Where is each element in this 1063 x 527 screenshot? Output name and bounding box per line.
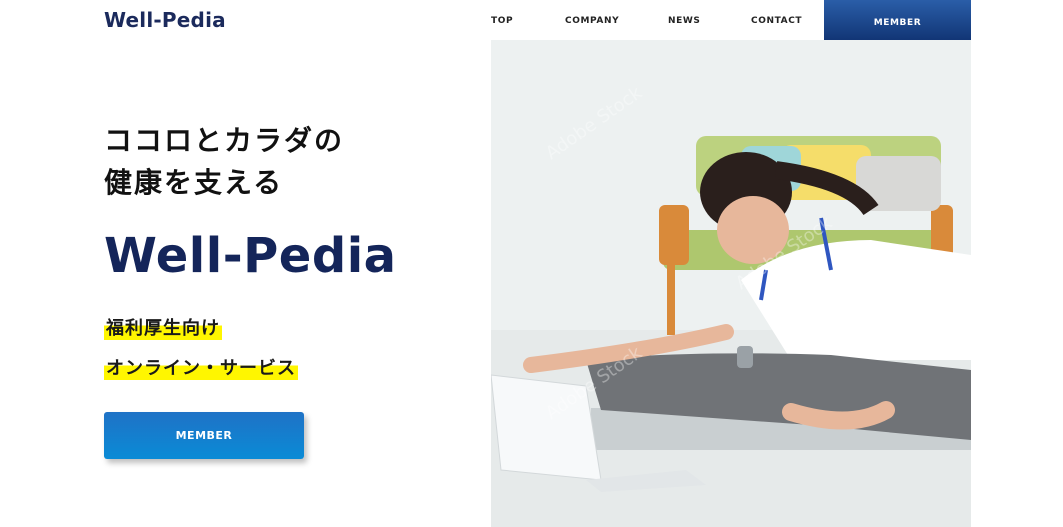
brand-title: Well-Pedia xyxy=(104,228,397,284)
hero-headline: ココロとカラダの 健康を支える xyxy=(104,120,344,204)
headline-line-2: 健康を支える xyxy=(104,166,284,199)
headline-line-1: ココロとカラダの xyxy=(104,124,345,157)
hero-photo: Adobe Stock Adobe Stock Adobe Stock xyxy=(491,40,971,527)
member-cta-button[interactable]: MEMBER xyxy=(104,412,304,459)
nav-top[interactable]: TOP xyxy=(491,16,513,26)
site-logo[interactable]: Well-Pedia xyxy=(104,8,226,32)
nav-news[interactable]: NEWS xyxy=(668,16,701,26)
tagline-welfare: 福利厚生向け xyxy=(104,314,222,340)
nav-company[interactable]: COMPANY xyxy=(565,16,619,26)
nav-contact[interactable]: CONTACT xyxy=(751,16,802,26)
tagline-online-service: オンライン・サービス xyxy=(104,354,298,380)
